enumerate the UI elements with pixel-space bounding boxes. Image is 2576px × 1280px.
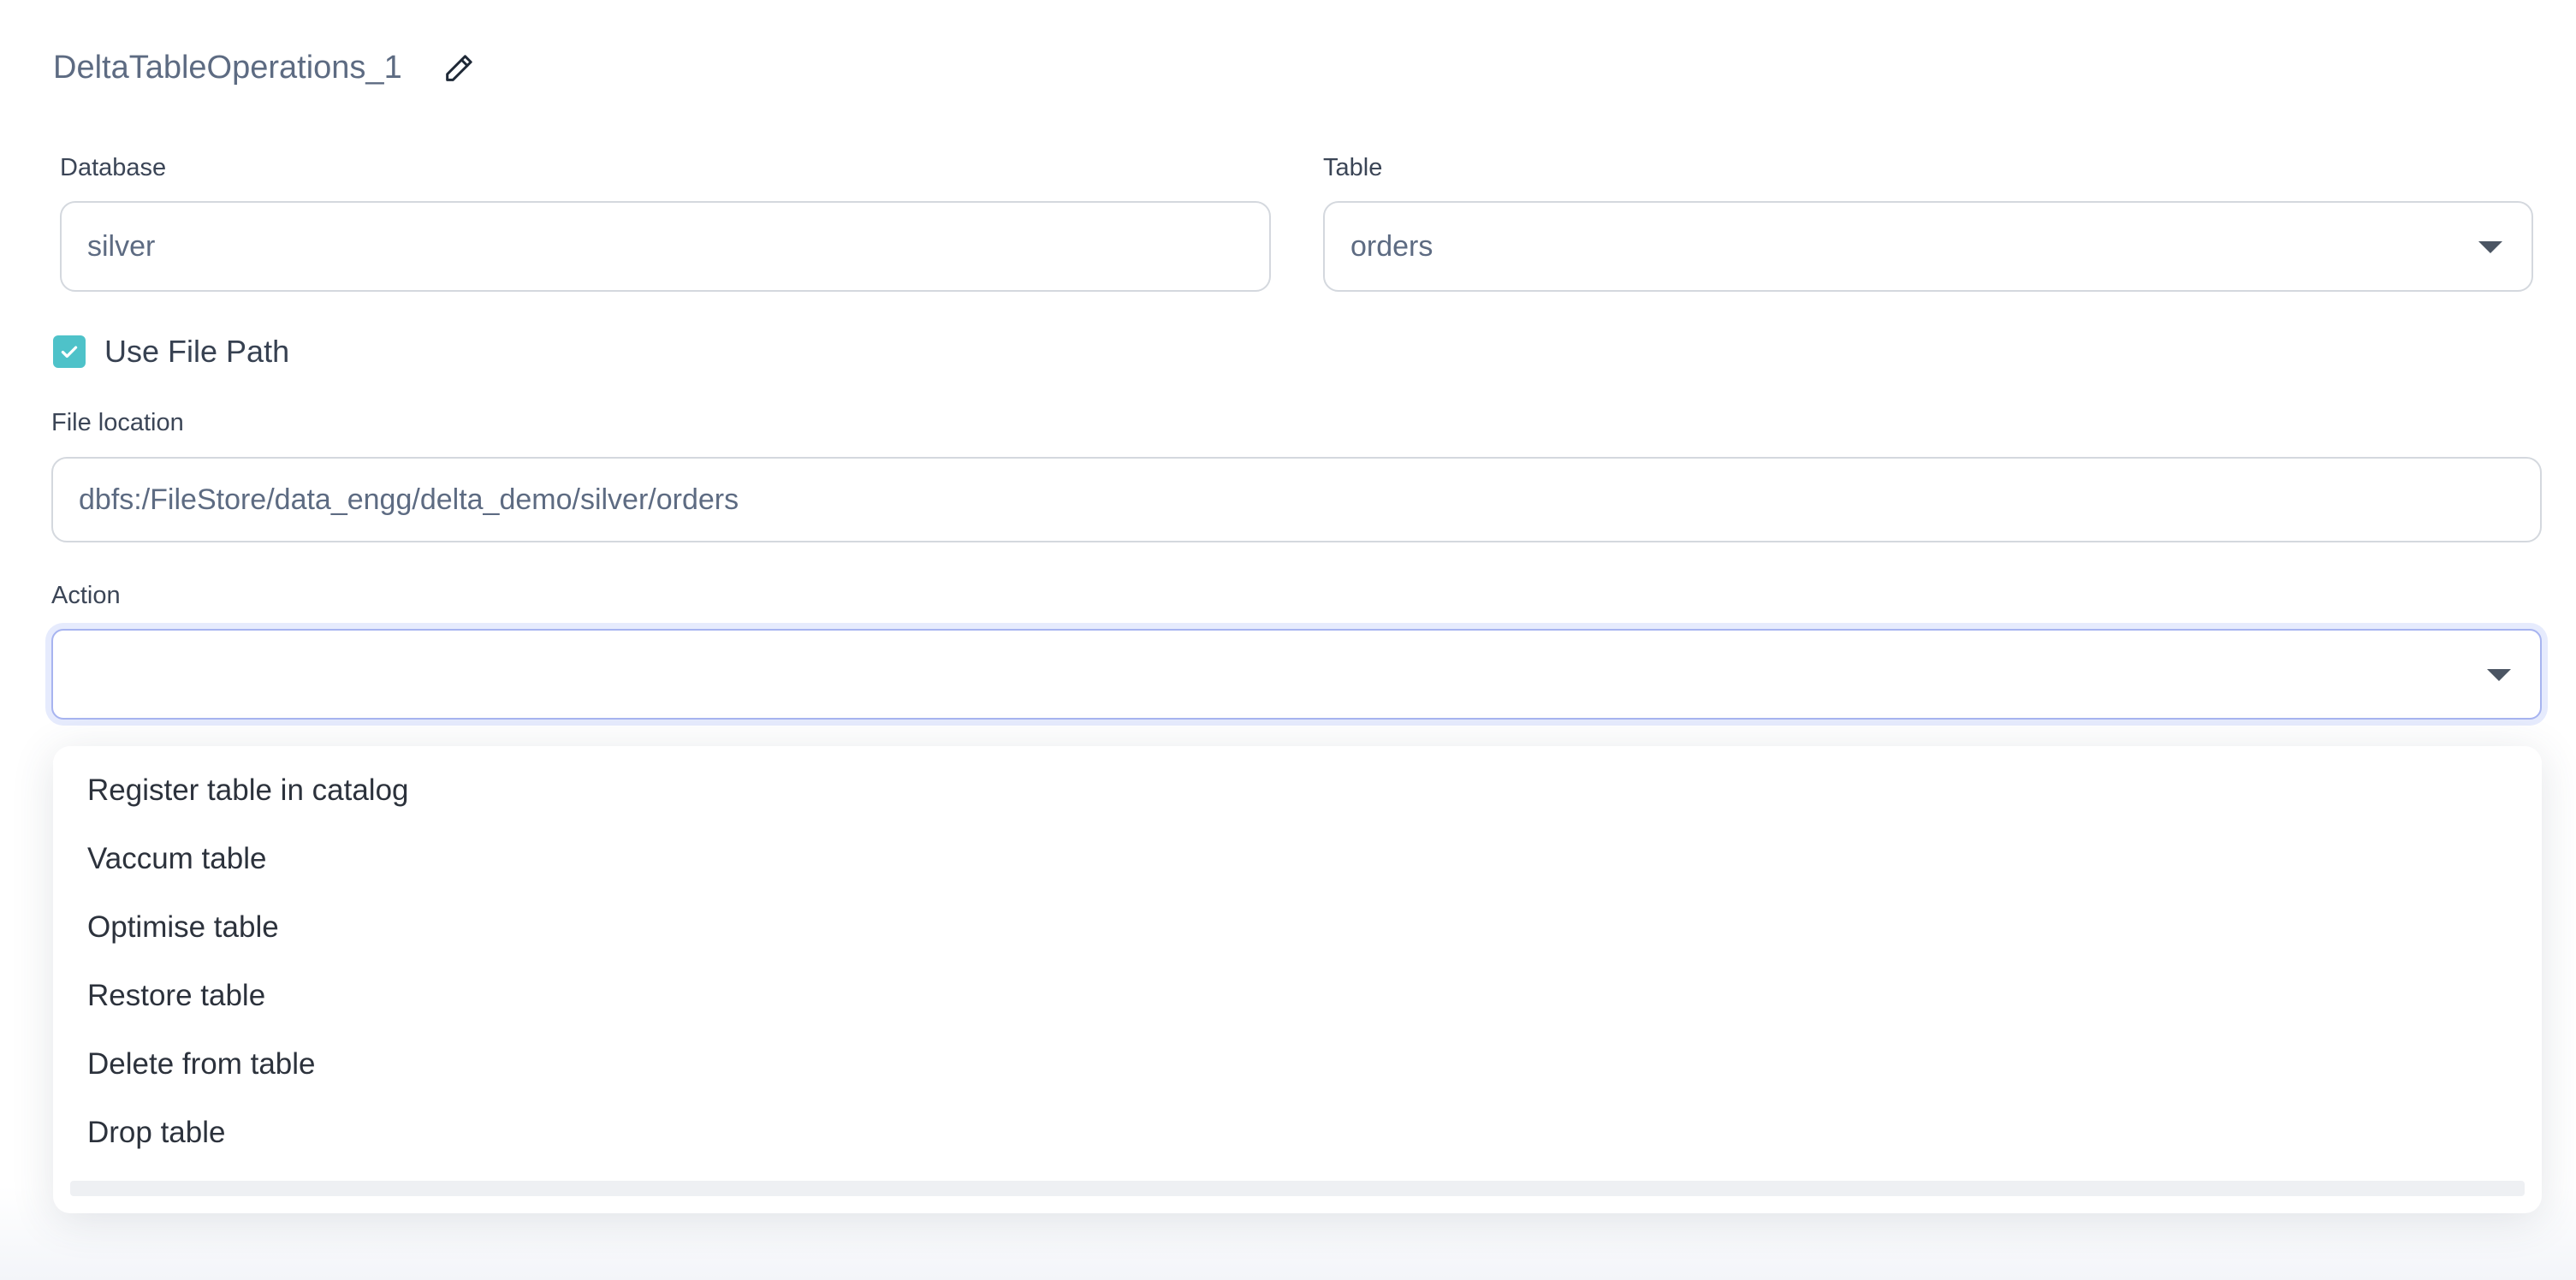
- file-location-value: dbfs:/FileStore/data_engg/delta_demo/sil…: [79, 483, 739, 516]
- file-location-label: File location: [51, 409, 184, 436]
- database-label: Database: [60, 154, 167, 181]
- pencil-icon[interactable]: [442, 51, 476, 86]
- menu-item-restore-table[interactable]: Restore table: [53, 962, 2542, 1030]
- menu-item-vaccum-table[interactable]: Vaccum table: [53, 825, 2542, 893]
- check-icon: [61, 346, 78, 359]
- use-file-path-label: Use File Path: [104, 334, 290, 369]
- database-value: silver: [87, 229, 156, 263]
- menu-scrollbar[interactable]: [70, 1181, 2525, 1196]
- menu-item-optimise-table[interactable]: Optimise table: [53, 893, 2542, 962]
- menu-item-drop-table[interactable]: Drop table: [53, 1099, 2542, 1167]
- table-label: Table: [1323, 154, 1383, 181]
- file-location-input[interactable]: dbfs:/FileStore/data_engg/delta_demo/sil…: [51, 457, 2542, 542]
- use-file-path-checkbox[interactable]: [53, 335, 86, 368]
- title-row: DeltaTableOperations_1: [53, 50, 476, 86]
- table-value: orders: [1350, 229, 1433, 263]
- menu-item-delete-from-table[interactable]: Delete from table: [53, 1030, 2542, 1099]
- table-select[interactable]: orders: [1323, 201, 2533, 292]
- chevron-down-icon: [2487, 669, 2511, 681]
- chevron-down-icon: [2478, 241, 2502, 253]
- use-file-path-toggle[interactable]: Use File Path: [53, 334, 289, 370]
- action-dropdown-menu: Register table in catalog Vaccum table O…: [53, 746, 2542, 1213]
- menu-item-register-table[interactable]: Register table in catalog: [53, 756, 2542, 825]
- page-title: DeltaTableOperations_1: [53, 50, 402, 86]
- database-input[interactable]: silver: [60, 201, 1271, 292]
- action-select[interactable]: [51, 629, 2542, 720]
- action-label: Action: [51, 582, 121, 609]
